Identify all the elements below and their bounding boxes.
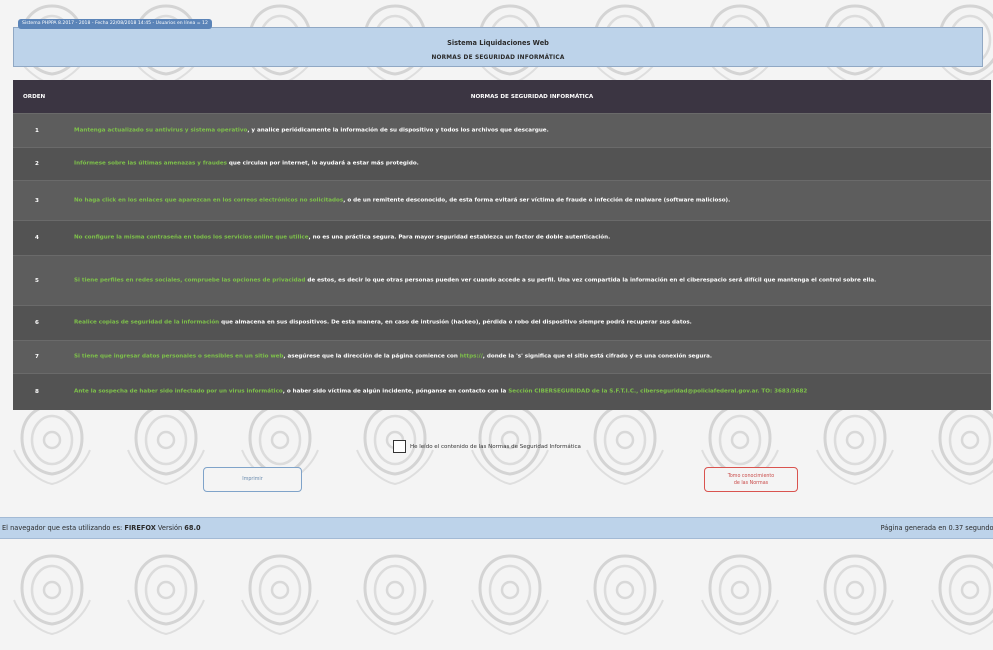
app-title: Sistema Liquidaciones Web [447,39,549,47]
table-row: 3 No haga click en los enlaces que aparez… [13,180,991,220]
column-header-norms: NORMAS DE SEGURIDAD INFORMÁTICA [470,94,594,100]
acknowledge-norms-button[interactable]: Tomo conocimiento de las Normas [704,467,798,492]
https-link[interactable]: https:// [460,354,483,360]
norm-highlight: Mantenga actualizado su antivirus y sist… [74,127,248,133]
accept-row: He leído el contenido de las Normas de S… [393,440,581,453]
footer-bar: El navegador que esta utilizando es: FIR… [0,517,993,539]
norm-text: que almacena en sus dispositivos. De est… [219,319,692,326]
row-order-number: 2 [35,161,39,167]
generation-time: Página generada en 0.37 segundos [880,524,993,532]
print-button[interactable]: Imprimir [203,467,302,492]
browser-info: El navegador que esta utilizando es: FIR… [2,518,201,538]
browser-version: 68.0 [184,524,201,532]
table-row: 5 Si tiene perfiles en redes sociales, co… [13,255,991,305]
norm-text: , o de un remitente desconocido, de esta… [343,197,731,203]
norm-text-end: , donde la 's' significa que el sitio es… [482,353,712,360]
row-norm-text: Realice copias de seguridad de la inform… [74,319,983,328]
table-row: 2 Infórmese sobre las últimas amenazas y … [13,147,991,180]
norm-text: , o haber sido víctima de algún incident… [282,388,509,395]
browser-name: FIREFOX [124,524,156,532]
table-row: 8 Ante la sospecha de haber sido infectad… [13,373,991,410]
norm-text: , asegúrese que la dirección de la págin… [283,353,460,360]
row-order-number: 6 [35,320,39,326]
row-order-number: 8 [35,389,39,395]
norm-highlight: No configure la misma contraseña en todo… [74,234,309,241]
row-norm-text: Ante la sospecha de haber sido infectado… [74,388,983,397]
norm-text: que circulan por internet, lo ayudará a … [226,160,419,167]
row-norm-text: Si tiene perfiles en redes sociales, com… [74,276,983,285]
norm-highlight: Infórmese sobre las últimas amenazas y f… [74,160,227,167]
acknowledge-line-1: Tomo conocimiento [727,474,775,479]
acknowledge-line-2: de las Normas [733,481,769,486]
table-body: 1 Mantenga actualizado su antivirus y sis… [13,113,991,410]
system-info-badge: Sistema PHPPA 8.2017 - 2018 - Fecha 22/0… [18,19,212,29]
norm-highlight: Ante la sospecha de haber sido infectado… [74,388,283,395]
norm-highlight: No haga click en los enlaces que aparezc… [74,197,344,203]
browser-prefix: El navegador que esta utilizando es: [2,524,125,532]
row-order-number: 1 [35,127,39,134]
table-row: 1 Mantenga actualizado su antivirus y sis… [13,113,991,147]
page-title: NORMAS DE SEGURIDAD INFORMÁTICA [431,55,565,61]
norm-text: , no es una práctica segura. Para mayor … [308,234,611,241]
norm-highlight: Realice copias de seguridad de la inform… [74,319,220,326]
accept-checkbox[interactable] [393,440,406,453]
table-row: 4 No configure la misma contraseña en tod… [13,220,991,255]
table-header: ORDEN NORMAS DE SEGURIDAD INFORMÁTICA [13,80,991,113]
row-norm-text: Mantenga actualizado su antivirus y sist… [74,126,983,135]
table-row: 6 Realice copias de seguridad de la infor… [13,305,991,340]
norm-text: , y analice periódicamente la informació… [247,127,549,133]
table-row: 7 Si tiene que ingresar datos personales … [13,340,991,373]
contact-link[interactable]: Sección CIBERSEGURIDAD de la S.F.T.I.C.,… [508,389,807,395]
row-order-number: 3 [35,197,39,204]
row-order-number: 7 [35,354,39,360]
page-header: Sistema Liquidaciones Web NORMAS DE SEGU… [13,27,983,67]
row-order-number: 4 [35,235,39,241]
security-norms-table: ORDEN NORMAS DE SEGURIDAD INFORMÁTICA 1 M… [13,80,991,410]
norm-highlight: Si tiene que ingresar datos personales o… [74,353,284,360]
accept-checkbox-label[interactable]: He leído el contenido de las Normas de S… [410,444,581,450]
row-norm-text: No configure la misma contraseña en todo… [74,234,983,243]
version-prefix: Versión [155,524,185,532]
row-norm-text: Si tiene que ingresar datos personales o… [74,353,983,362]
row-order-number: 5 [35,277,39,284]
norm-text: de estos, es decir lo que otras personas… [305,277,877,283]
row-norm-text: No haga click en los enlaces que aparezc… [74,196,983,205]
norm-highlight: Si tiene perfiles en redes sociales, com… [74,277,306,283]
row-norm-text: Infórmese sobre las últimas amenazas y f… [74,160,983,169]
